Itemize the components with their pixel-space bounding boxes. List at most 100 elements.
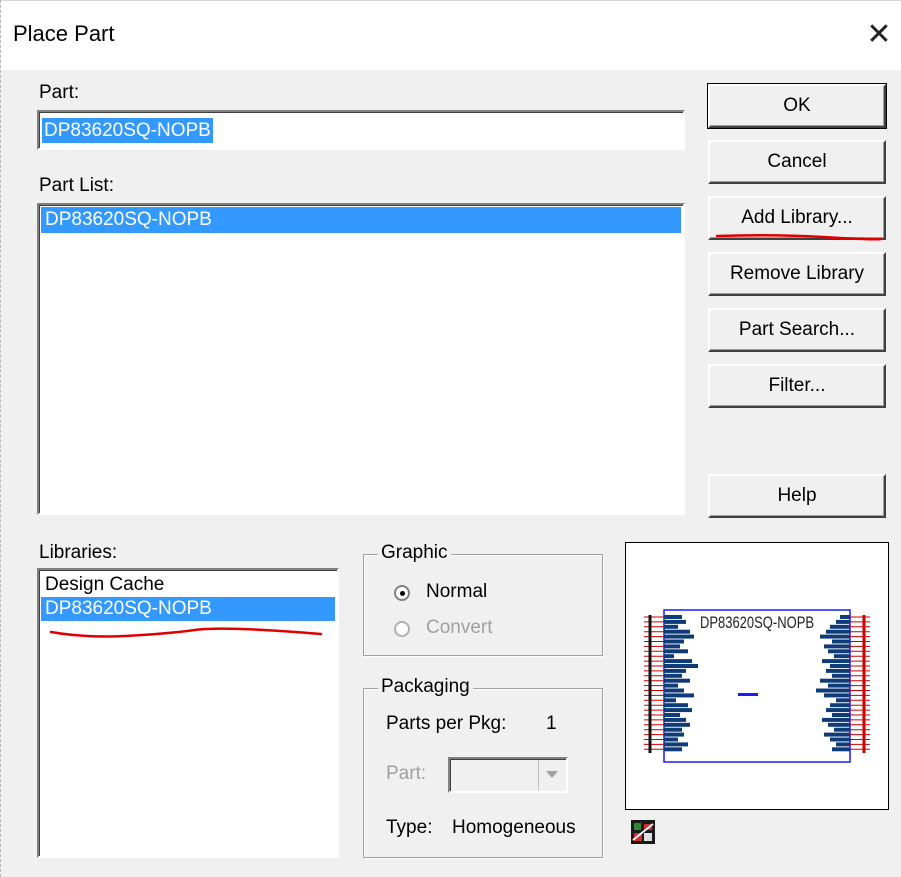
symbol-pin-bar <box>664 713 680 717</box>
symbol-pin-bar <box>664 629 690 634</box>
chevron-down-icon <box>538 760 565 790</box>
part-list-label: Part List: <box>39 175 114 196</box>
symbol-body <box>663 609 851 763</box>
list-item[interactable]: DP83620SQ-NOPB <box>41 597 335 621</box>
place-part-dialog: Place Part ✕ Part: DP83620SQ-NOPB Part L… <box>0 0 901 877</box>
cancel-button[interactable]: Cancel <box>708 140 886 184</box>
convert-radio <box>394 621 410 637</box>
part-symbol-preview: DP83620SQ-NOPB <box>644 609 870 763</box>
ok-button[interactable]: OK <box>707 83 887 129</box>
part-search-button[interactable]: Part Search... <box>708 308 886 352</box>
red-underline-annotation <box>715 233 883 241</box>
symbol-pin-bar <box>664 747 682 752</box>
normal-radio-label[interactable]: Normal <box>426 581 487 603</box>
symbol-pin-bar <box>826 708 850 713</box>
symbol-pin-bar <box>828 649 850 654</box>
symbol-name: DP83620SQ-NOPB <box>700 615 814 633</box>
packaging-group-title: Packaging <box>378 676 473 698</box>
remove-library-button[interactable]: Remove Library <box>708 252 886 296</box>
part-input-value: DP83620SQ-NOPB <box>42 118 213 143</box>
symbol-pin-bar <box>664 722 690 727</box>
red-underline-annotation <box>49 627 323 638</box>
symbol-pin-bar <box>664 649 688 654</box>
packaging-part-label: Part: <box>386 763 427 784</box>
symbol-pin-bar <box>664 624 678 629</box>
symbol-pin-bar <box>834 727 850 732</box>
symbol-pin-bar <box>840 615 850 619</box>
symbol-pin-bar <box>664 654 674 659</box>
symbol-pin-bar <box>826 629 850 634</box>
parts-per-pkg-value: 1 <box>546 713 557 734</box>
symbol-pin-bar <box>820 678 850 683</box>
symbol-pin-bar <box>664 639 684 644</box>
package-icon[interactable] <box>631 820 655 844</box>
part-preview: DP83620SQ-NOPB <box>625 542 889 810</box>
symbol-pin-bar <box>664 727 682 732</box>
symbol-pin-bar <box>664 673 682 678</box>
symbol-pin-bar <box>664 634 694 639</box>
libraries-label: Libraries: <box>39 542 118 563</box>
symbol-pin-bar <box>824 644 850 649</box>
symbol-pin-bar <box>820 634 850 639</box>
symbol-pin-bar <box>830 664 850 668</box>
parts-per-pkg-label: Parts per Pkg: <box>386 713 507 734</box>
symbol-pin-bar <box>830 737 850 742</box>
symbol-pin-bar <box>664 732 684 737</box>
symbol-pin-bar <box>828 722 850 727</box>
symbol-pin-bar <box>836 742 850 747</box>
convert-radio-label: Convert <box>426 617 493 638</box>
close-icon[interactable]: ✕ <box>859 15 899 55</box>
normal-radio[interactable] <box>394 585 410 601</box>
symbol-pin-bar <box>664 664 698 668</box>
symbol-pin-bar <box>822 717 850 722</box>
symbol-center-mark <box>738 693 758 696</box>
symbol-pin-bar <box>664 742 688 747</box>
symbol-pin-bar <box>664 717 686 722</box>
graphic-group-title: Graphic <box>378 542 451 564</box>
list-item[interactable]: Design Cache <box>41 573 335 597</box>
symbol-pin-bar <box>664 708 692 713</box>
symbol-pin-bar <box>664 678 690 683</box>
symbol-pin-bar <box>664 688 684 693</box>
symbol-pin-bar <box>664 683 678 688</box>
part-label: Part: <box>39 82 80 103</box>
symbol-pin-bar <box>834 654 850 659</box>
title-bar: Place Part ✕ <box>1 0 901 70</box>
symbol-pin-bar <box>664 668 686 673</box>
symbol-pin-bar <box>664 698 676 703</box>
symbol-pin-bar <box>664 659 692 664</box>
help-button[interactable]: Help <box>708 474 886 518</box>
symbol-pin-bar <box>836 619 850 624</box>
filter-button[interactable]: Filter... <box>708 364 886 408</box>
symbol-pin-bar <box>836 698 850 703</box>
symbol-pin-bar <box>816 688 850 693</box>
symbol-pin-bar <box>664 693 694 698</box>
dialog-title: Place Part <box>13 21 115 46</box>
symbol-pin-bar <box>830 703 850 708</box>
symbol-pin-bar <box>824 693 850 698</box>
symbol-pin-bar <box>664 737 678 742</box>
symbol-pin-bar <box>664 615 682 619</box>
symbol-pin-bar <box>664 619 686 624</box>
part-input[interactable]: DP83620SQ-NOPB <box>37 110 685 150</box>
symbol-pin-bar <box>832 713 850 717</box>
symbol-pin-bar <box>828 683 850 688</box>
graphic-group: Graphic Normal Convert <box>363 542 603 656</box>
symbol-pin-bar <box>824 732 850 737</box>
symbol-pin-bar <box>664 703 688 708</box>
type-label: Type: <box>386 817 433 838</box>
packaging-group: Packaging Parts per Pkg: 1 Part: Type: H… <box>363 676 603 858</box>
type-value: Homogeneous <box>452 817 576 838</box>
part-list[interactable]: DP83620SQ-NOPB <box>37 203 685 515</box>
symbol-pin-bar <box>826 668 850 673</box>
symbol-pin-bar <box>822 659 850 664</box>
symbol-pin-bar <box>832 673 850 678</box>
packaging-part-select <box>448 757 568 793</box>
libraries-list[interactable]: Design Cache DP83620SQ-NOPB <box>37 568 339 858</box>
list-item[interactable]: DP83620SQ-NOPB <box>41 207 681 233</box>
symbol-pin-bar <box>830 624 850 629</box>
symbol-pin-bar <box>664 644 680 649</box>
radio-selected-dot <box>400 591 405 596</box>
symbol-pin-bar <box>832 639 850 644</box>
symbol-pin-bar <box>832 747 850 752</box>
